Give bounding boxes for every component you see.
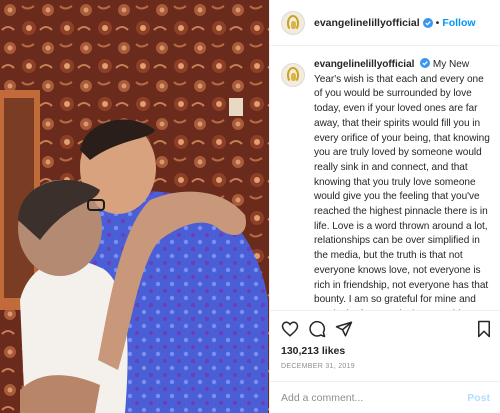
caption-username[interactable]: evangelinelillyofficial [314,59,414,70]
comment-input[interactable] [281,392,468,404]
post-date[interactable]: DECEMBER 31, 2019 [281,363,355,370]
bookmark-icon[interactable] [475,320,493,338]
verified-badge-icon [420,58,431,68]
comment-bubble-icon[interactable] [308,320,326,338]
follow-button[interactable]: Follow [442,17,475,29]
post-actions: 130,213 likes DECEMBER 31, 2019 Post [270,310,500,413]
header-username[interactable]: evangelinelillyofficial [314,17,420,29]
comment-bar: Post [270,381,500,413]
photo-image [0,0,269,413]
header-separator: • [435,16,440,29]
post-comment-button[interactable]: Post [467,392,490,404]
caption-body: evangelinelillyofficial My New Year's wi… [314,58,491,310]
caption-area: evangelinelillyofficial My New Year's wi… [270,47,500,310]
paper-plane-icon[interactable] [335,320,353,338]
post-details-panel: evangelinelillyofficial • Follow evangel… [269,0,500,413]
heart-icon[interactable] [281,320,299,338]
verified-badge-icon [422,17,433,28]
caption-text: My New Year's wish is that each and ever… [314,59,490,310]
likes-count[interactable]: 130,213 likes [281,345,345,357]
action-icon-row [281,320,493,340]
profile-avatar-icon[interactable] [281,10,305,35]
caption-avatar-icon[interactable] [281,63,305,87]
post-photo[interactable] [0,0,269,413]
post-header: evangelinelillyofficial • Follow [270,0,500,46]
